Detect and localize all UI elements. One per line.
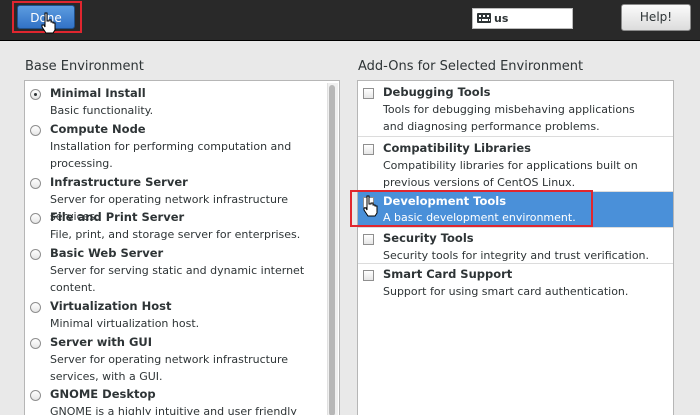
env-desc: GNOME is a highly intuitive and user fri… xyxy=(50,405,297,415)
checkbox[interactable] xyxy=(363,270,374,281)
env-title: Minimal Install xyxy=(50,86,146,100)
addon-title: Development Tools xyxy=(383,194,507,208)
addon-development-tools[interactable]: Development Tools A basic development en… xyxy=(358,192,673,227)
env-title: Virtualization Host xyxy=(50,299,172,313)
checkbox[interactable] xyxy=(363,234,374,245)
base-environment-list[interactable]: Minimal Install Basic functionality. Com… xyxy=(24,80,340,415)
env-title: GNOME Desktop xyxy=(50,387,156,401)
divider xyxy=(358,227,673,228)
env-title: Infrastructure Server xyxy=(50,175,188,189)
radio-selected[interactable] xyxy=(30,89,41,100)
radio[interactable] xyxy=(30,390,41,401)
env-desc: Installation for performing computation … xyxy=(50,140,292,170)
env-title: File and Print Server xyxy=(50,210,185,224)
addon-title: Compatibility Libraries xyxy=(383,141,532,155)
addon-debugging-tools[interactable]: Debugging Tools Tools for debugging misb… xyxy=(358,85,673,137)
radio[interactable] xyxy=(30,125,41,136)
env-title: Server with GUI xyxy=(50,335,153,349)
checkbox[interactable] xyxy=(363,88,374,99)
radio[interactable] xyxy=(30,178,41,189)
addon-desc: Tools for debugging misbehaving applicat… xyxy=(383,103,635,133)
env-desc: Basic functionality. xyxy=(50,104,154,117)
divider xyxy=(358,136,673,137)
addon-title: Smart Card Support xyxy=(383,267,513,281)
addon-desc: Support for using smart card authenticat… xyxy=(383,285,629,298)
checkbox[interactable] xyxy=(363,144,374,155)
env-desc: File, print, and storage server for ente… xyxy=(50,228,301,241)
scrollbar-thumb[interactable] xyxy=(329,85,335,415)
env-desc: Minimal virtualization host. xyxy=(50,317,200,330)
addon-compatibility-libraries[interactable]: Compatibility Libraries Compatibility li… xyxy=(358,141,673,192)
addon-desc: Compatibility libraries for applications… xyxy=(383,159,638,189)
env-desc: Server for operating network infrastruct… xyxy=(50,353,289,383)
keyboard-layout-label: us xyxy=(494,12,509,25)
keyboard-icon xyxy=(477,13,491,23)
addon-security-tools[interactable]: Security Tools Security tools for integr… xyxy=(358,231,673,266)
help-button[interactable]: Help! xyxy=(621,4,691,31)
radio[interactable] xyxy=(30,213,41,224)
addons-list[interactable]: Debugging Tools Tools for debugging misb… xyxy=(357,80,674,415)
base-environment-title: Base Environment xyxy=(25,59,144,74)
radio[interactable] xyxy=(30,302,41,313)
top-bar: Done us Help! xyxy=(0,0,700,41)
addon-desc: A basic development environment. xyxy=(383,211,576,224)
divider xyxy=(358,263,673,264)
env-title: Compute Node xyxy=(50,122,146,136)
addon-title: Security Tools xyxy=(383,231,474,245)
env-title: Basic Web Server xyxy=(50,246,164,260)
radio[interactable] xyxy=(30,249,41,260)
done-button[interactable]: Done xyxy=(17,5,75,29)
addon-title: Debugging Tools xyxy=(383,85,491,99)
addons-title: Add-Ons for Selected Environment xyxy=(358,59,584,74)
checkbox[interactable] xyxy=(363,197,374,208)
env-desc: Server for serving static and dynamic in… xyxy=(50,264,305,294)
radio[interactable] xyxy=(30,338,41,349)
keyboard-layout-indicator[interactable]: us xyxy=(472,8,573,29)
addon-smart-card-support[interactable]: Smart Card Support Support for using sma… xyxy=(358,267,673,302)
